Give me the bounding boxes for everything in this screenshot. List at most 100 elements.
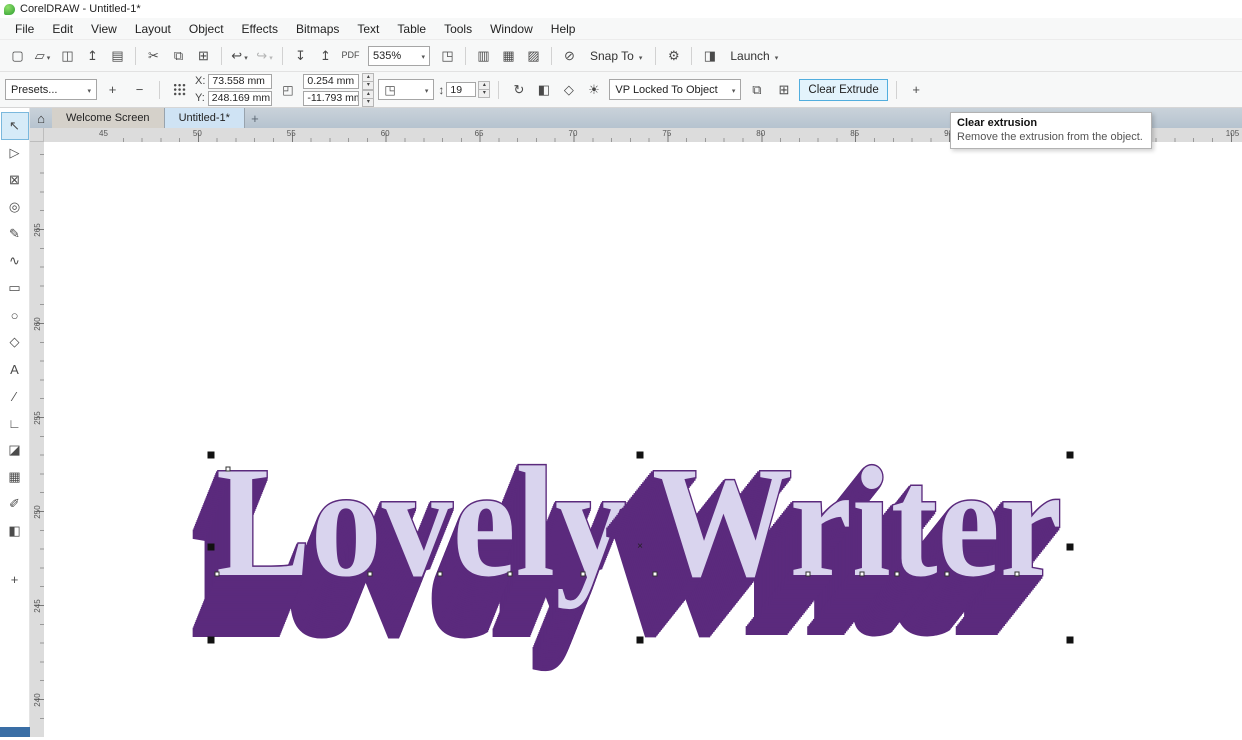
toolbar-separator [465,47,466,65]
fullscreen-preview-icon[interactable]: ◳ [436,45,459,67]
redo-icon[interactable]: ↪ [253,45,276,67]
tab-welcome-screen[interactable]: Welcome Screen [52,108,165,128]
zoom-level-select[interactable]: 535% [368,46,430,66]
vanishing-point-x-spinner[interactable] [362,73,374,90]
extrude-depth-spinner[interactable] [478,81,490,98]
print-icon[interactable]: ▤ [106,45,129,67]
ellipse-tool[interactable]: ○ [2,302,28,328]
menu-text[interactable]: Text [348,19,388,39]
y-label: Y: [195,92,205,104]
publish-pdf-icon[interactable]: PDF [339,45,362,67]
cut-icon[interactable]: ✂ [142,45,165,67]
snap-off-icon[interactable]: ⊘ [558,45,581,67]
menu-file[interactable]: File [6,19,43,39]
add-property-button[interactable]: + [905,79,928,101]
menu-object[interactable]: Object [180,19,233,39]
new-tab-button[interactable]: + [245,108,265,128]
menu-bitmaps[interactable]: Bitmaps [287,19,348,39]
document-navigator-corner[interactable] [0,727,30,737]
undo-icon[interactable]: ↩ [228,45,251,67]
remove-preset-button[interactable]: − [128,79,151,101]
copy-extrusion-icon[interactable]: ⧉ [745,79,768,101]
show-guidelines-icon[interactable]: ▨ [522,45,545,67]
show-rulers-icon[interactable]: ▥ [472,45,495,67]
color-eyedropper-tool[interactable]: ✐ [2,491,28,517]
extrude-preset-select[interactable]: ◳ [378,79,434,100]
menu-view[interactable]: View [82,19,126,39]
menu-tools[interactable]: Tools [435,19,481,39]
tooltip-description: Remove the extrusion from the object. [957,131,1145,143]
transparency-tool[interactable]: ▦ [2,464,28,490]
vruler-label: 245 [30,596,44,616]
vp-mode-select[interactable]: VP Locked To Object [609,79,741,100]
save-icon[interactable]: ◫ [56,45,79,67]
extrusion-type-icon[interactable] [168,79,191,101]
dot-grid-icon [173,83,186,96]
clear-extrude-button[interactable]: Clear Extrude [799,79,887,101]
tooltip: Clear extrusion Remove the extrusion fro… [950,112,1152,149]
copy-icon[interactable]: ⧉ [167,45,190,67]
vp-mode-value: VP Locked To Object [615,84,717,96]
drop-shadow-tool[interactable]: ◪ [2,437,28,463]
vanishing-point-y-field[interactable]: -11.793 mm [303,91,359,106]
import-icon[interactable]: ↧ [289,45,312,67]
propbar-separator [896,81,897,99]
canvas[interactable] [44,142,1242,737]
paste-icon[interactable]: ⊞ [192,45,215,67]
presets-select[interactable]: Presets... [5,79,97,100]
menubar: FileEditViewLayoutObjectEffectsBitmapsTe… [0,18,1242,40]
crop-tool[interactable]: ⊠ [2,167,28,193]
vanishing-point-y-spinner[interactable] [362,90,374,107]
menu-effects[interactable]: Effects [233,19,287,39]
clear-extrude-label: Clear Extrude [808,84,878,96]
launch-app-icon[interactable]: ◨ [698,45,721,67]
export-icon[interactable]: ↥ [314,45,337,67]
launch-dropdown[interactable]: Launch [723,45,785,67]
chevron-down-icon [242,48,248,63]
menu-edit[interactable]: Edit [43,19,82,39]
extrude-lighting-icon[interactable]: ☀ [582,79,605,101]
vp-coordinates-icon[interactable]: ◰ [276,79,299,101]
freehand-tool[interactable]: ✎ [2,221,28,247]
shape-tool[interactable]: ▷ [2,140,28,166]
y-position-value: 248.169 mm [212,92,270,104]
vanishing-point-x-field[interactable]: 0.254 mm [303,74,359,89]
vertical-ruler[interactable]: 265260255250245240 [30,142,44,737]
text-tool[interactable]: A [2,356,28,382]
new-document-icon[interactable]: ▢ [6,45,29,67]
tab-untitled-1-[interactable]: Untitled-1* [165,108,245,128]
extrude-depth-field[interactable]: 19 [446,82,476,97]
menu-window[interactable]: Window [481,19,542,39]
options-gear-icon[interactable]: ⚙ [662,45,685,67]
zoom-tool[interactable]: ◎ [2,194,28,220]
y-position-field[interactable]: 248.169 mm [208,91,272,106]
pick-tool[interactable]: ↖ [2,113,28,139]
upload-icon[interactable]: ↥ [81,45,104,67]
add-tools[interactable]: + [2,566,28,592]
rectangle-tool[interactable]: ▭ [2,275,28,301]
open-folder-icon[interactable]: ▱ [31,45,54,67]
menu-layout[interactable]: Layout [126,19,180,39]
artistic-media-tool[interactable]: ∿ [2,248,28,274]
menu-table[interactable]: Table [388,19,435,39]
hruler-label: 75 [662,129,671,138]
window-title: CorelDRAW - Untitled-1* [20,3,141,15]
polygon-tool[interactable]: ◇ [2,329,28,355]
extrude-shape-icon: ◳ [384,83,395,97]
extrude-bevels-icon[interactable]: ◇ [557,79,580,101]
menu-help[interactable]: Help [542,19,585,39]
extrude-rotation-icon[interactable]: ↻ [507,79,530,101]
ruler-origin[interactable] [30,128,44,142]
home-icon[interactable]: ⌂ [30,108,52,128]
snapto-dropdown[interactable]: Snap To [583,45,649,67]
interactive-fill-tool[interactable]: ◧ [2,518,28,544]
connector-tool[interactable]: ∟ [2,410,28,436]
hruler-label: 65 [475,129,484,138]
copy-vp-icon[interactable]: ⊞ [772,79,795,101]
dimension-tool[interactable]: ∕ [2,383,28,409]
extrude-depth-icon: ↕ [438,83,444,97]
extrude-color-icon[interactable]: ◧ [532,79,555,101]
add-preset-button[interactable]: + [101,79,124,101]
show-grid-icon[interactable]: ▦ [497,45,520,67]
x-position-field[interactable]: 73.558 mm [208,74,272,89]
